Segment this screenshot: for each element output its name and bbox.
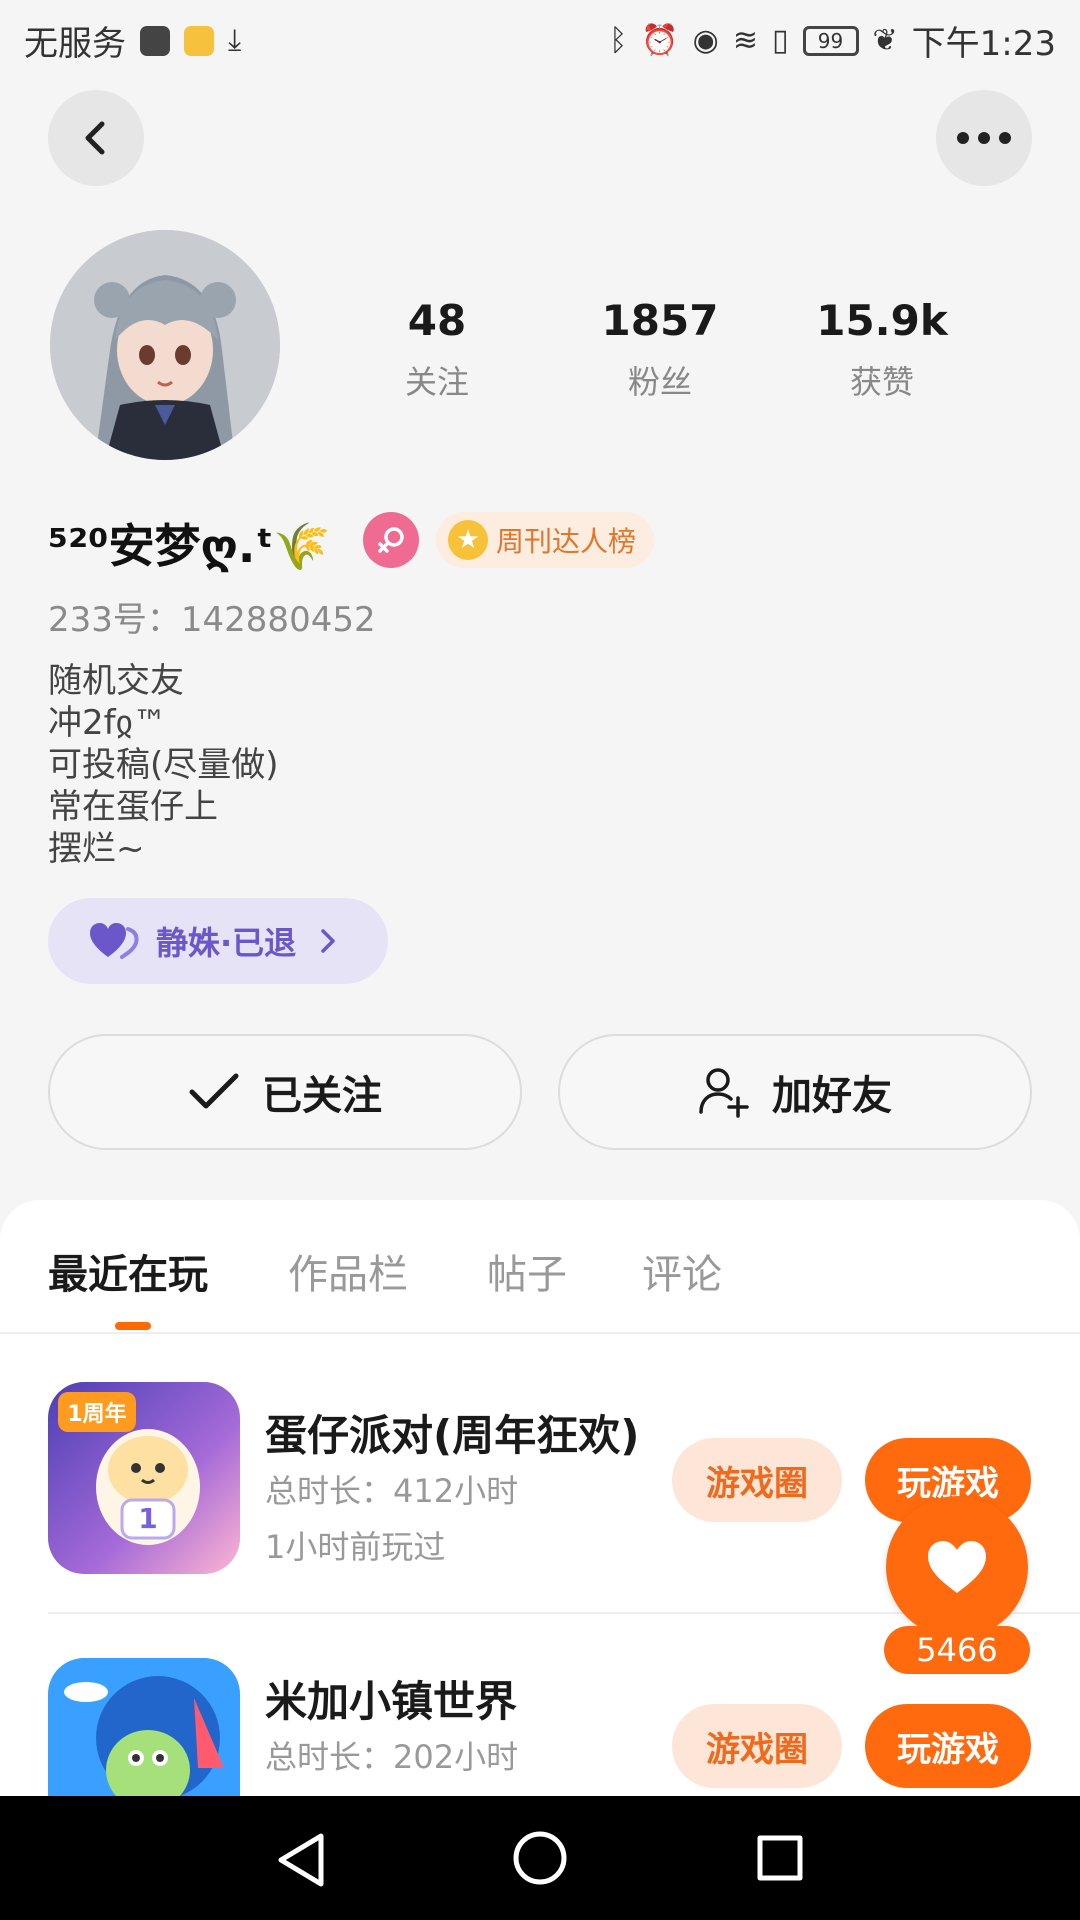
fans-label: 粉丝 xyxy=(627,363,692,401)
game-icon-eggy-party[interactable]: 1 1周年 xyxy=(48,1382,240,1574)
add-friend-button[interactable]: 加好友 xyxy=(558,1034,1032,1150)
wifi-icon: ≋ xyxy=(732,23,758,58)
star-icon: ★ xyxy=(448,520,488,560)
game-name[interactable]: 米加小镇世界 xyxy=(265,1668,517,1729)
following-label: 关注 xyxy=(404,363,469,401)
weekly-rank-badge[interactable]: ★ 周刊达人榜 xyxy=(436,512,655,568)
stat-following[interactable]: 48 关注 xyxy=(337,296,537,403)
female-symbol-icon xyxy=(378,527,404,553)
leaf-icon: ❦ xyxy=(872,23,898,58)
heart-icon xyxy=(928,1541,986,1593)
chevron-right-icon xyxy=(321,929,335,953)
nav-back-icon[interactable] xyxy=(275,1832,327,1888)
chevron-left-icon xyxy=(85,121,105,155)
alarm-icon: ⏰ xyxy=(641,23,679,58)
folder-notification-icon xyxy=(184,25,214,56)
gender-female-icon xyxy=(363,512,419,568)
game-icon-miga-town[interactable] xyxy=(48,1658,240,1796)
app-notification-icon xyxy=(140,25,170,56)
sim-alert-icon: ▯ xyxy=(771,23,789,58)
user-id: 233号：142880452 xyxy=(48,592,376,641)
bio-line: 摆烂~ xyxy=(48,829,145,869)
follow-label: 已关注 xyxy=(262,1073,382,1119)
more-dots-icon xyxy=(957,132,1011,144)
follow-button[interactable]: 已关注 xyxy=(48,1034,522,1150)
download-icon: ⤓ xyxy=(228,23,242,58)
nav-recents-icon[interactable] xyxy=(756,1834,804,1882)
bluetooth-icon: ᛒ xyxy=(609,23,628,58)
game-last-played: 1小时前玩过 xyxy=(265,1528,446,1566)
following-count: 48 xyxy=(407,296,467,345)
game-duration: 总时长：202小时 xyxy=(265,1738,519,1776)
heart-pair-icon xyxy=(90,923,139,959)
avatar[interactable] xyxy=(50,230,280,460)
stat-fans[interactable]: 1857 粉丝 xyxy=(560,296,760,403)
carrier-label: 无服务 xyxy=(24,24,126,64)
tab-recently-played[interactable]: 最近在玩 xyxy=(48,1242,208,1300)
nav-home-icon[interactable] xyxy=(512,1830,568,1886)
guild-label: 静姝·已退 xyxy=(156,924,297,962)
system-nav-bar xyxy=(0,1796,1080,1920)
eye-icon: ◉ xyxy=(692,23,719,58)
likes-count: 15.9k xyxy=(816,296,948,345)
guild-chip[interactable]: 静姝·已退 xyxy=(48,898,388,984)
bio-line: 常在蛋仔上 xyxy=(48,787,218,827)
icon-badge-label: 1周年 xyxy=(67,1402,127,1427)
battery-icon: 99 xyxy=(802,25,859,56)
fans-count: 1857 xyxy=(601,296,719,345)
game-circle-button[interactable]: 游戏圈 xyxy=(672,1438,842,1522)
tab-comments[interactable]: 评论 xyxy=(642,1242,722,1300)
bio-line: 随机交友 xyxy=(48,661,184,701)
rank-badge-label: 周刊达人榜 xyxy=(496,525,637,558)
tab-posts[interactable]: 帖子 xyxy=(487,1242,567,1300)
check-icon xyxy=(189,1073,239,1109)
status-bar: 无服务 ⤓ ᛒ ⏰ ◉ ≋ ▯ 99 ❦ 下午1:23 xyxy=(0,0,1080,76)
stat-likes[interactable]: 15.9k 获赞 xyxy=(782,296,982,403)
game-name[interactable]: 蛋仔派对(周年狂欢) xyxy=(265,1402,639,1463)
miga-town-icon xyxy=(48,1658,240,1796)
like-button[interactable] xyxy=(886,1496,1028,1638)
uid-label: 233号： xyxy=(48,600,181,640)
username: ⁵²⁰安梦ღ.ᵗ🌾 xyxy=(48,519,331,573)
uid-value: 142880452 xyxy=(180,600,376,640)
avatar-image xyxy=(50,230,280,460)
back-button[interactable] xyxy=(48,90,144,186)
add-user-icon xyxy=(699,1068,749,1118)
bio: 随机交友 冲2fჲ™ 可投稿(尽量做) 常在蛋仔上 摆烂~ xyxy=(48,660,279,870)
play-game-button[interactable]: 玩游戏 xyxy=(865,1704,1031,1788)
add-friend-label: 加好友 xyxy=(772,1073,892,1119)
bio-line: 冲2fჲ™ xyxy=(48,703,167,743)
game-circle-button[interactable]: 游戏圈 xyxy=(672,1704,842,1788)
game-duration: 总时长：412小时 xyxy=(265,1472,519,1510)
tab-divider xyxy=(0,1332,1080,1334)
like-count: 5466 xyxy=(884,1626,1030,1674)
tab-works[interactable]: 作品栏 xyxy=(288,1242,408,1300)
more-button[interactable] xyxy=(936,90,1032,186)
active-tab-indicator xyxy=(115,1322,151,1330)
clock: 下午1:23 xyxy=(911,24,1056,64)
likes-label: 获赞 xyxy=(849,363,914,401)
svg-text:1: 1 xyxy=(138,1502,157,1535)
bio-line: 可投稿(尽量做) xyxy=(48,745,279,785)
